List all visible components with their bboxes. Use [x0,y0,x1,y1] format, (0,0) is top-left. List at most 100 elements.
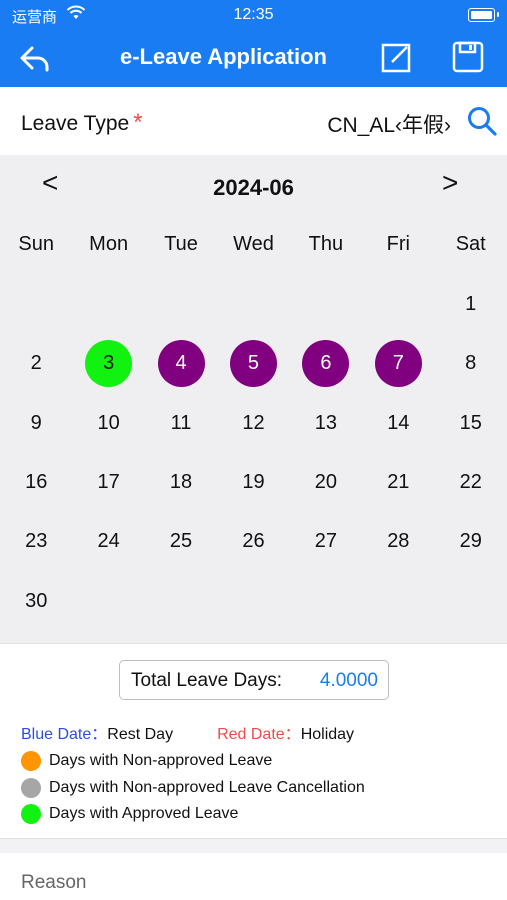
day-number: 2 [30,352,42,375]
day-number: 3 [85,340,133,388]
weekday-label: Tue [164,233,198,255]
blue-date-value: Rest Day [107,726,174,743]
edit-icon[interactable] [380,40,414,74]
gray-dot-icon [21,778,41,798]
empty-day-cell [0,275,72,334]
empty-day-cell [145,275,217,334]
top-bar: 运营商 12:35 e-Leave Application [0,0,507,87]
battery-icon [468,8,495,22]
day-cell[interactable]: 9 [0,394,72,453]
day-number: 1 [465,293,477,316]
legend-non-approved: Days with Non-approved Leave [21,751,272,771]
day-number: 15 [459,411,482,434]
day-number: 12 [242,411,265,434]
legend-label: Days with Approved Leave [49,805,239,822]
calendar-month: 2024-06 [213,175,294,200]
day-number: 29 [459,530,482,553]
day-number: 21 [387,471,410,494]
summary-panel: Total Leave Days: 4.0000 Blue Date：Rest … [0,643,507,839]
green-dot-icon [21,804,41,824]
day-cell[interactable]: 21 [362,453,434,512]
red-date-value: Holiday [300,726,355,743]
total-leave-days-box: Total Leave Days: 4.0000 [119,660,389,700]
day-cell[interactable]: 24 [72,512,144,571]
day-cell[interactable]: 30 [0,571,72,630]
day-number: 26 [242,530,265,553]
day-number: 23 [25,530,48,553]
day-number: 14 [387,411,410,434]
weekday-label: Fri [386,233,410,255]
leave-type-text: Leave Type [21,112,130,135]
day-cell[interactable]: 3 [72,334,144,393]
day-number: 27 [314,530,338,553]
day-cell[interactable]: 19 [217,453,289,512]
weekday-header: Sun Mon Tue Wed Thu Fri Sat [0,233,507,259]
day-number: 18 [169,471,193,494]
day-cell[interactable]: 14 [362,394,434,453]
weekday-label: Sat [455,233,486,255]
day-number: 25 [169,530,193,553]
leave-type-row[interactable]: Leave Type * CN_AL‹年假› [0,87,507,155]
day-number: 13 [314,411,338,434]
orange-dot-icon [21,751,41,771]
status-time: 12:35 [233,6,274,23]
calendar-grid: 1 2 3 4 5 6 7 8 9 10 11 12 13 14 15 16 17 18 19 20 21 22 23 24 2… [0,275,507,631]
nav-bar: e-Leave Application [0,30,507,87]
day-cell[interactable]: 15 [435,394,507,453]
reason-field[interactable]: Reason [21,872,87,894]
next-month-button[interactable]: > [442,167,458,199]
day-number: 9 [30,411,42,434]
day-cell[interactable]: 28 [362,512,434,571]
total-leave-label: Total Leave Days: [131,670,283,691]
day-cell[interactable]: 20 [290,453,362,512]
day-number: 22 [459,471,482,494]
day-cell[interactable]: 17 [72,453,144,512]
day-number: 11 [170,411,192,434]
day-cell[interactable]: 12 [217,394,289,453]
day-number: 4 [157,340,205,388]
required-mark: * [133,109,143,136]
day-number: 24 [97,530,120,553]
section-divider [0,838,507,853]
day-cell[interactable]: 4 [145,334,217,393]
calendar-header: < 2024-06 > [0,167,507,207]
day-cell[interactable]: 8 [435,334,507,393]
day-cell[interactable]: 26 [217,512,289,571]
day-number: 17 [97,471,120,494]
weekday-label: Thu [308,233,344,255]
day-number: 20 [314,471,338,494]
legend-approved: Days with Approved Leave [21,804,238,824]
red-date-label: Red Date： [217,726,301,743]
day-cell[interactable]: 11 [145,394,217,453]
day-number: 16 [25,471,48,494]
day-cell[interactable]: 7 [362,334,434,393]
day-cell[interactable]: 18 [145,453,217,512]
day-cell[interactable]: 27 [290,512,362,571]
legend-non-approved-cancellation: Days with Non-approved Leave Cancellatio… [21,778,365,798]
day-cell[interactable]: 1 [435,275,507,334]
day-cell[interactable]: 23 [0,512,72,571]
day-cell[interactable]: 22 [435,453,507,512]
legend-label: Days with Non-approved Leave [49,752,273,769]
day-cell[interactable]: 10 [72,394,144,453]
empty-day-cell [217,275,289,334]
day-cell[interactable]: 13 [290,394,362,453]
leave-type-value[interactable]: CN_AL‹年假› [327,109,451,139]
day-cell[interactable]: 2 [0,334,72,393]
legend-label: Days with Non-approved Leave Cancellatio… [49,779,365,796]
day-number: 30 [25,589,48,612]
day-cell[interactable]: 5 [217,334,289,393]
weekday-label: Mon [89,233,129,255]
save-icon[interactable] [451,40,485,74]
day-cell[interactable]: 25 [145,512,217,571]
search-icon[interactable] [466,105,498,137]
weekday-label: Wed [233,233,274,255]
day-cell[interactable]: 29 [435,512,507,571]
weekday-label: Sun [18,233,54,255]
day-cell[interactable]: 6 [290,334,362,393]
total-leave-value: 4.0000 [319,670,378,691]
battery-tip [497,12,499,17]
day-cell[interactable]: 16 [0,453,72,512]
empty-day-cell [362,275,434,334]
empty-day-cell [72,275,144,334]
